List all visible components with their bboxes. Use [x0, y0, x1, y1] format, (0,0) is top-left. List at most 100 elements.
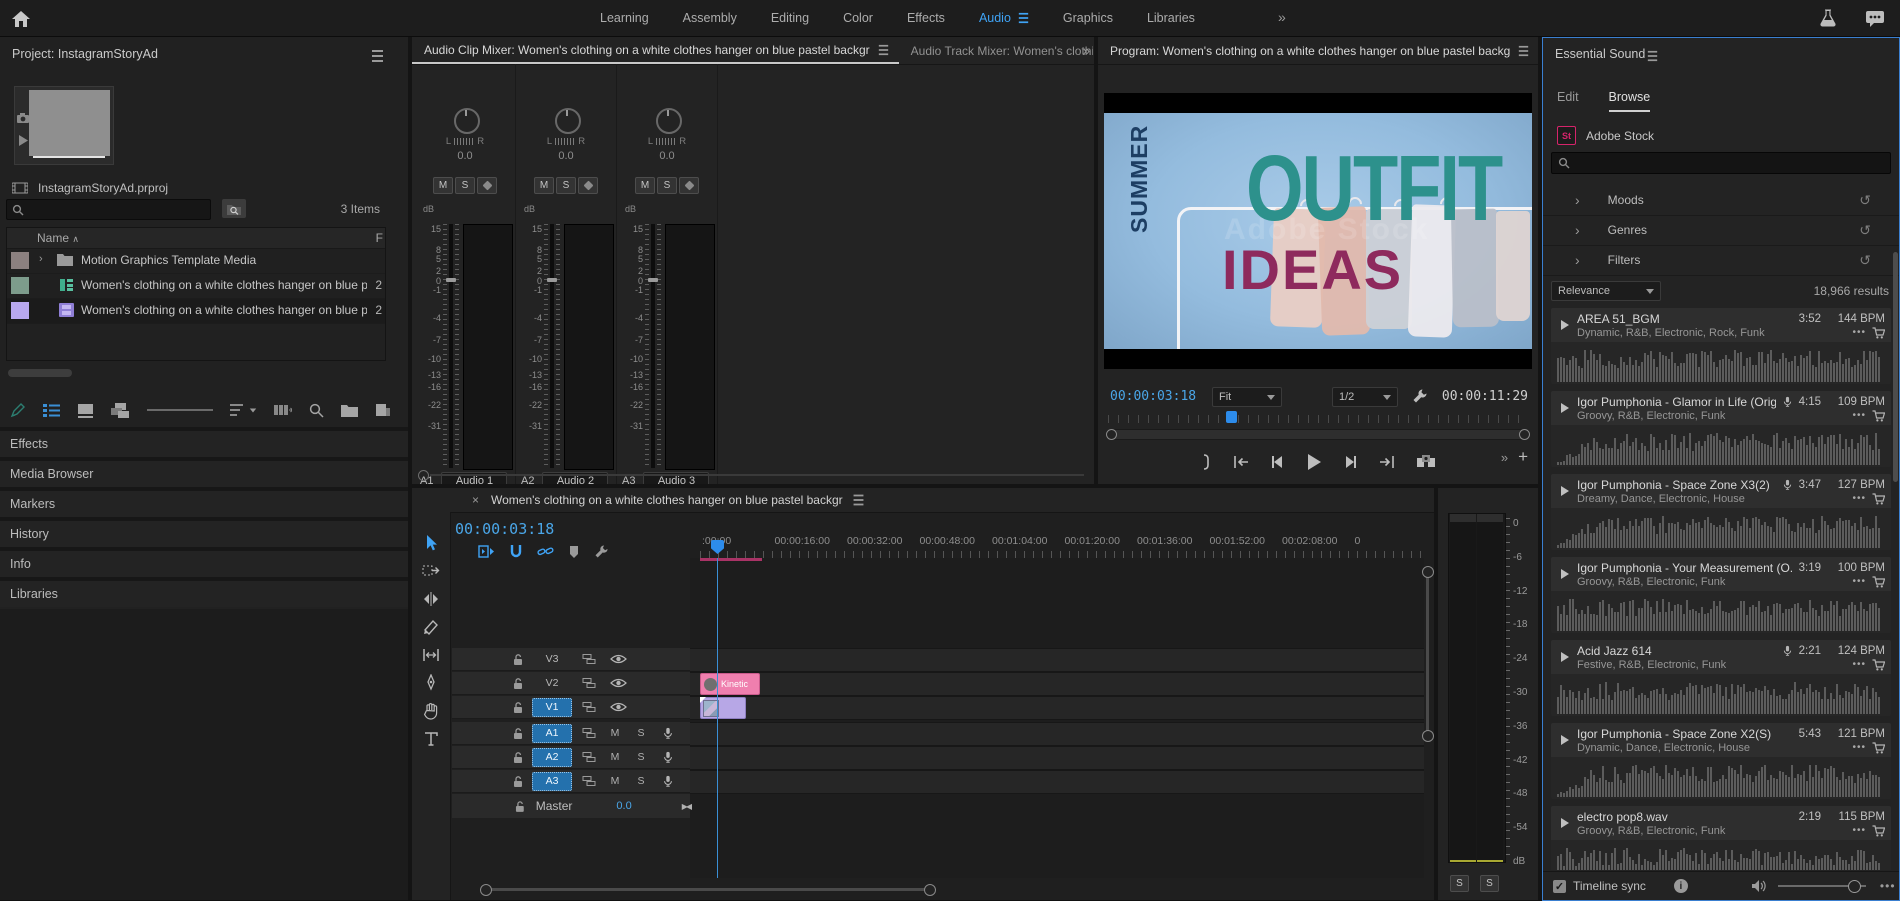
solo-button[interactable]: S [556, 177, 576, 194]
keyframe-toggle-button[interactable] [578, 177, 598, 194]
sync-lock-icon[interactable] [582, 727, 596, 739]
volume-fader-track[interactable] [449, 224, 453, 468]
solo-button[interactable]: S [657, 177, 677, 194]
essential-sound-menu-icon[interactable] [1648, 51, 1657, 61]
program-scrub-ticks[interactable] [1108, 415, 1528, 423]
track-solo-button[interactable]: S [634, 726, 648, 741]
beta-flask-icon[interactable] [1818, 7, 1838, 29]
pan-knob[interactable] [555, 108, 581, 134]
freeform-view-icon[interactable] [111, 403, 130, 418]
reset-icon[interactable]: ↺ [1859, 222, 1871, 239]
icon-view-icon[interactable] [77, 403, 94, 418]
mixer-tab-overflow[interactable]: » [1083, 43, 1088, 58]
keyframe-toggle-button[interactable] [679, 177, 699, 194]
preview-volume-slider[interactable] [1778, 880, 1866, 892]
track-target-V1[interactable]: V1 [532, 698, 572, 717]
volume-knob[interactable] [1848, 880, 1861, 893]
zoom-handle-left[interactable] [480, 884, 492, 896]
track-lane-a3[interactable] [690, 770, 1424, 794]
stock-track-item[interactable]: Igor Pumphonia - Space Zone X3(2) 3:47 1… [1551, 474, 1891, 550]
lock-icon[interactable] [514, 800, 526, 813]
stock-track-item[interactable]: Igor Pumphonia - Your Measurement (O... … [1551, 557, 1891, 633]
zoom-level-select[interactable]: Fit [1212, 387, 1282, 407]
track-lane-a1[interactable] [690, 722, 1424, 746]
list-view-icon[interactable] [43, 403, 60, 418]
name-column-header[interactable]: Name ∧ [37, 231, 79, 245]
stock-track-item[interactable]: electro pop8.wav 2:19 115 BPM Groovy, R&… [1551, 806, 1891, 870]
timeline-timecode[interactable]: 00:00:03:18 [455, 520, 554, 538]
lock-icon[interactable] [512, 751, 524, 764]
mixer-panel-menu-icon[interactable] [878, 44, 887, 54]
track-select-tool[interactable] [422, 562, 440, 580]
volume-fader-track[interactable] [550, 224, 554, 468]
workspace-overflow-chevron[interactable]: » [1278, 9, 1284, 25]
linked-selection-icon[interactable] [537, 544, 554, 559]
track-target-A2[interactable]: A2 [532, 748, 572, 767]
track-waveform[interactable] [1551, 591, 1891, 633]
bind-icon[interactable]: ▶◀ [682, 802, 690, 811]
workspace-tab-editing[interactable]: Editing [771, 11, 809, 25]
tab-browse[interactable]: Browse [1609, 90, 1651, 112]
nest-sequence-icon[interactable] [478, 544, 495, 559]
timeline-panel-menu-icon[interactable] [853, 495, 863, 506]
voiceover-mic-icon[interactable] [662, 775, 674, 788]
lock-icon[interactable] [512, 677, 524, 690]
reset-icon[interactable]: ↺ [1859, 192, 1871, 209]
section-moods[interactable]: › Moods ↺ [1543, 185, 1899, 216]
track-waveform[interactable] [1551, 674, 1891, 716]
play-preview-icon[interactable] [1561, 735, 1569, 745]
solo-left-button[interactable]: S [1450, 875, 1469, 892]
sort-icons-button[interactable] [230, 404, 257, 416]
timeline-settings-wrench-icon[interactable] [594, 544, 609, 559]
track-lane-v2[interactable] [690, 672, 1424, 696]
workspace-tab-effects[interactable]: Effects [907, 11, 945, 25]
track-more-options-icon[interactable]: ••• [1852, 410, 1866, 421]
go-to-in-icon[interactable] [1233, 455, 1249, 469]
master-volume-value[interactable]: 0.0 [616, 800, 631, 812]
add-to-cart-icon[interactable] [1872, 410, 1885, 422]
workspace-tab-libraries[interactable]: Libraries [1147, 11, 1195, 25]
project-panel-menu-icon[interactable] [372, 50, 383, 62]
new-item-icon[interactable] [375, 403, 391, 417]
track-mute-button[interactable]: M [608, 726, 622, 741]
stock-track-item[interactable]: Acid Jazz 614 2:21 124 BPM Festive, R&B,… [1551, 640, 1891, 716]
play-preview-icon[interactable] [1561, 652, 1569, 662]
volume-fader-track[interactable] [651, 224, 655, 468]
play-preview-icon[interactable] [1561, 320, 1569, 330]
track-lane-v1[interactable] [690, 696, 1424, 720]
export-frame-icon[interactable] [1417, 455, 1435, 469]
slip-tool[interactable] [422, 646, 440, 664]
timeline-vertical-scrollbar[interactable] [1422, 566, 1432, 742]
program-panel-menu-icon[interactable] [1519, 45, 1528, 55]
zoom-handle-bottom[interactable] [1422, 730, 1434, 742]
volume-icon[interactable] [1752, 879, 1768, 893]
more-options-icon[interactable]: ••• [1880, 879, 1896, 893]
zoom-handle-top[interactable] [1422, 566, 1434, 578]
add-to-cart-icon[interactable] [1872, 659, 1885, 671]
track-target-A3[interactable]: A3 [532, 772, 572, 791]
track-more-options-icon[interactable]: ••• [1852, 825, 1866, 836]
toggle-track-output-eye-icon[interactable] [610, 701, 627, 713]
volume-fader-handle[interactable] [446, 278, 456, 282]
toggle-track-output-eye-icon[interactable] [610, 677, 627, 689]
track-more-options-icon[interactable]: ••• [1852, 327, 1866, 338]
add-to-cart-icon[interactable] [1872, 742, 1885, 754]
automate-to-sequence-icon[interactable] [274, 403, 292, 417]
camera-icon[interactable] [17, 113, 29, 124]
scroll-handle-left[interactable] [1106, 429, 1117, 440]
stock-track-item[interactable]: Igor Pumphonia - Space Zone X2(S) 5:43 1… [1551, 723, 1891, 799]
tab-audio-track-mixer[interactable]: Audio Track Mixer: Women's clothin [899, 44, 1093, 58]
expand-chevron-icon[interactable]: › [39, 253, 43, 265]
add-to-cart-icon[interactable] [1872, 327, 1885, 339]
add-to-cart-icon[interactable] [1872, 576, 1885, 588]
track-waveform[interactable] [1551, 342, 1891, 384]
sync-lock-icon[interactable] [582, 701, 596, 713]
program-zoom-scrollbar[interactable] [1106, 429, 1530, 440]
sync-lock-icon[interactable] [582, 653, 596, 665]
close-tab-icon[interactable]: × [472, 493, 479, 507]
workspace-tab-assembly[interactable]: Assembly [683, 11, 737, 25]
sync-lock-icon[interactable] [582, 751, 596, 763]
new-bin-icon[interactable] [341, 404, 358, 417]
step-back-icon[interactable] [1271, 455, 1285, 469]
play-poster-icon[interactable] [18, 135, 28, 146]
